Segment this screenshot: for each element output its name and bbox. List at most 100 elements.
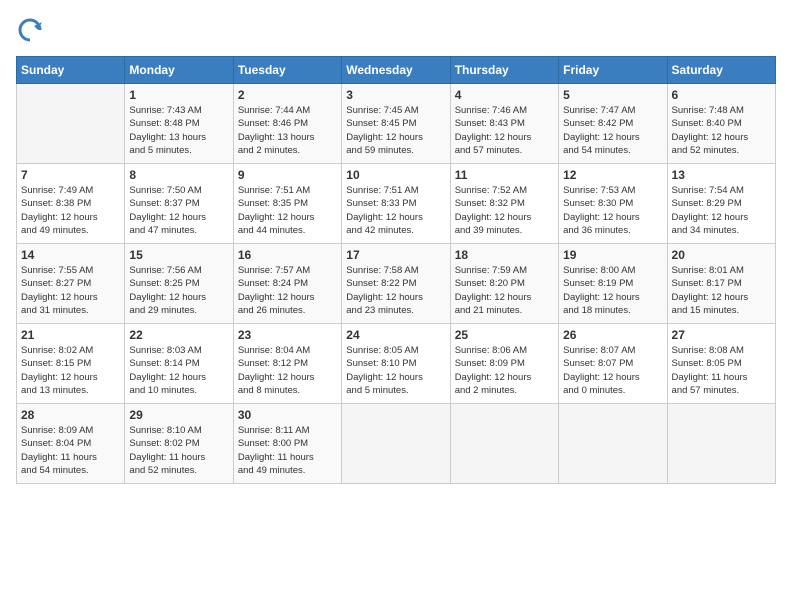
day-number: 15: [129, 248, 228, 262]
day-info: Sunrise: 8:04 AM Sunset: 8:12 PM Dayligh…: [238, 344, 337, 397]
logo-icon: [16, 16, 44, 44]
day-cell: 22 Sunrise: 8:03 AM Sunset: 8:14 PM Dayli…: [125, 324, 233, 404]
header-row: SundayMondayTuesdayWednesdayThursdayFrid…: [17, 57, 776, 84]
day-number: 22: [129, 328, 228, 342]
day-info: Sunrise: 8:08 AM Sunset: 8:05 PM Dayligh…: [672, 344, 771, 397]
day-cell: 2Sunrise: 7:44 AM Sunset: 8:46 PM Daylig…: [233, 84, 341, 164]
day-info: Sunrise: 8:03 AM Sunset: 8:14 PM Dayligh…: [129, 344, 228, 397]
day-info: Sunrise: 7:45 AM Sunset: 8:45 PM Dayligh…: [346, 104, 445, 157]
day-info: Sunrise: 7:58 AM Sunset: 8:22 PM Dayligh…: [346, 264, 445, 317]
day-number: 9: [238, 168, 337, 182]
day-cell: [559, 404, 667, 484]
day-info: Sunrise: 7:51 AM Sunset: 8:33 PM Dayligh…: [346, 184, 445, 237]
day-number: 19: [563, 248, 662, 262]
day-cell: 17Sunrise: 7:58 AM Sunset: 8:22 PM Dayli…: [342, 244, 450, 324]
day-number: 30: [238, 408, 337, 422]
day-number: 3: [346, 88, 445, 102]
day-info: Sunrise: 7:49 AM Sunset: 8:38 PM Dayligh…: [21, 184, 120, 237]
day-info: Sunrise: 7:57 AM Sunset: 8:24 PM Dayligh…: [238, 264, 337, 317]
day-number: 28: [21, 408, 120, 422]
week-row-1: 1 Sunrise: 7:43 AM Sunset: 8:48 PM Daylig…: [17, 84, 776, 164]
day-cell: 18Sunrise: 7:59 AM Sunset: 8:20 PM Dayli…: [450, 244, 558, 324]
header-cell-saturday: Saturday: [667, 57, 775, 84]
day-cell: 10 Sunrise: 7:51 AM Sunset: 8:33 PM Dayli…: [342, 164, 450, 244]
page-header: [16, 16, 776, 44]
day-cell: 12 Sunrise: 7:53 AM Sunset: 8:30 PM Dayli…: [559, 164, 667, 244]
day-cell: 15Sunrise: 7:56 AM Sunset: 8:25 PM Dayli…: [125, 244, 233, 324]
day-number: 2: [238, 88, 337, 102]
day-number: 6: [672, 88, 771, 102]
day-info: Sunrise: 8:02 AM Sunset: 8:15 PM Dayligh…: [21, 344, 120, 397]
day-number: 20: [672, 248, 771, 262]
header-cell-sunday: Sunday: [17, 57, 125, 84]
day-number: 25: [455, 328, 554, 342]
week-row-5: 28 Sunrise: 8:09 AM Sunset: 8:04 PM Dayli…: [17, 404, 776, 484]
day-cell: 13 Sunrise: 7:54 AM Sunset: 8:29 PM Dayli…: [667, 164, 775, 244]
day-number: 18: [455, 248, 554, 262]
day-cell: 7 Sunrise: 7:49 AM Sunset: 8:38 PM Daylig…: [17, 164, 125, 244]
day-cell: 23Sunrise: 8:04 AM Sunset: 8:12 PM Dayli…: [233, 324, 341, 404]
week-row-2: 7 Sunrise: 7:49 AM Sunset: 8:38 PM Daylig…: [17, 164, 776, 244]
day-number: 1: [129, 88, 228, 102]
logo: [16, 16, 48, 44]
day-info: Sunrise: 8:09 AM Sunset: 8:04 PM Dayligh…: [21, 424, 120, 477]
day-number: 11: [455, 168, 554, 182]
day-number: 13: [672, 168, 771, 182]
day-number: 10: [346, 168, 445, 182]
calendar-table: SundayMondayTuesdayWednesdayThursdayFrid…: [16, 56, 776, 484]
day-info: Sunrise: 8:01 AM Sunset: 8:17 PM Dayligh…: [672, 264, 771, 317]
week-row-3: 14 Sunrise: 7:55 AM Sunset: 8:27 PM Dayli…: [17, 244, 776, 324]
day-cell: 28 Sunrise: 8:09 AM Sunset: 8:04 PM Dayli…: [17, 404, 125, 484]
day-cell: [342, 404, 450, 484]
day-cell: 5Sunrise: 7:47 AM Sunset: 8:42 PM Daylig…: [559, 84, 667, 164]
day-cell: 9 Sunrise: 7:51 AM Sunset: 8:35 PM Daylig…: [233, 164, 341, 244]
header-cell-thursday: Thursday: [450, 57, 558, 84]
day-cell: [667, 404, 775, 484]
day-info: Sunrise: 8:05 AM Sunset: 8:10 PM Dayligh…: [346, 344, 445, 397]
header-cell-monday: Monday: [125, 57, 233, 84]
day-info: Sunrise: 7:53 AM Sunset: 8:30 PM Dayligh…: [563, 184, 662, 237]
day-cell: 24 Sunrise: 8:05 AM Sunset: 8:10 PM Dayli…: [342, 324, 450, 404]
day-info: Sunrise: 7:55 AM Sunset: 8:27 PM Dayligh…: [21, 264, 120, 317]
day-cell: 4Sunrise: 7:46 AM Sunset: 8:43 PM Daylig…: [450, 84, 558, 164]
day-info: Sunrise: 7:43 AM Sunset: 8:48 PM Dayligh…: [129, 104, 228, 157]
day-cell: 30Sunrise: 8:11 AM Sunset: 8:00 PM Dayli…: [233, 404, 341, 484]
day-number: 12: [563, 168, 662, 182]
day-number: 16: [238, 248, 337, 262]
day-cell: 20 Sunrise: 8:01 AM Sunset: 8:17 PM Dayli…: [667, 244, 775, 324]
week-row-4: 21 Sunrise: 8:02 AM Sunset: 8:15 PM Dayli…: [17, 324, 776, 404]
day-number: 27: [672, 328, 771, 342]
day-cell: [17, 84, 125, 164]
day-number: 24: [346, 328, 445, 342]
day-cell: 29 Sunrise: 8:10 AM Sunset: 8:02 PM Dayli…: [125, 404, 233, 484]
day-cell: 19 Sunrise: 8:00 AM Sunset: 8:19 PM Dayli…: [559, 244, 667, 324]
day-cell: 8Sunrise: 7:50 AM Sunset: 8:37 PM Daylig…: [125, 164, 233, 244]
day-info: Sunrise: 8:07 AM Sunset: 8:07 PM Dayligh…: [563, 344, 662, 397]
day-info: Sunrise: 7:51 AM Sunset: 8:35 PM Dayligh…: [238, 184, 337, 237]
header-cell-wednesday: Wednesday: [342, 57, 450, 84]
day-info: Sunrise: 7:48 AM Sunset: 8:40 PM Dayligh…: [672, 104, 771, 157]
day-cell: [450, 404, 558, 484]
day-number: 8: [129, 168, 228, 182]
day-info: Sunrise: 8:00 AM Sunset: 8:19 PM Dayligh…: [563, 264, 662, 317]
day-info: Sunrise: 8:10 AM Sunset: 8:02 PM Dayligh…: [129, 424, 228, 477]
day-cell: 1 Sunrise: 7:43 AM Sunset: 8:48 PM Daylig…: [125, 84, 233, 164]
day-cell: 14 Sunrise: 7:55 AM Sunset: 8:27 PM Dayli…: [17, 244, 125, 324]
day-cell: 16 Sunrise: 7:57 AM Sunset: 8:24 PM Dayli…: [233, 244, 341, 324]
day-info: Sunrise: 7:54 AM Sunset: 8:29 PM Dayligh…: [672, 184, 771, 237]
day-info: Sunrise: 7:47 AM Sunset: 8:42 PM Dayligh…: [563, 104, 662, 157]
day-number: 21: [21, 328, 120, 342]
day-number: 7: [21, 168, 120, 182]
day-number: 29: [129, 408, 228, 422]
day-cell: 11 Sunrise: 7:52 AM Sunset: 8:32 PM Dayli…: [450, 164, 558, 244]
header-cell-friday: Friday: [559, 57, 667, 84]
day-cell: 26 Sunrise: 8:07 AM Sunset: 8:07 PM Dayli…: [559, 324, 667, 404]
day-info: Sunrise: 7:52 AM Sunset: 8:32 PM Dayligh…: [455, 184, 554, 237]
day-info: Sunrise: 8:06 AM Sunset: 8:09 PM Dayligh…: [455, 344, 554, 397]
day-cell: 27 Sunrise: 8:08 AM Sunset: 8:05 PM Dayli…: [667, 324, 775, 404]
day-number: 14: [21, 248, 120, 262]
day-number: 26: [563, 328, 662, 342]
day-cell: 21 Sunrise: 8:02 AM Sunset: 8:15 PM Dayli…: [17, 324, 125, 404]
day-info: Sunrise: 7:46 AM Sunset: 8:43 PM Dayligh…: [455, 104, 554, 157]
day-cell: 25 Sunrise: 8:06 AM Sunset: 8:09 PM Dayli…: [450, 324, 558, 404]
